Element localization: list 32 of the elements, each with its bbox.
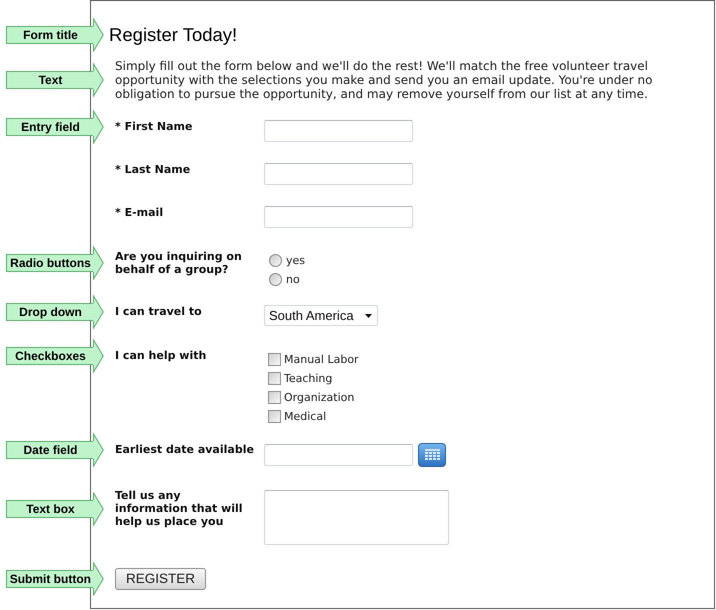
checkbox-label: Teaching — [284, 372, 332, 385]
register-button[interactable]: REGISTER — [115, 568, 206, 590]
text-field[interactable] — [264, 120, 413, 142]
radio-label: yes — [286, 254, 306, 267]
radio-button[interactable] — [269, 254, 282, 267]
caret-icon — [365, 314, 372, 318]
dropdown[interactable]: South America — [264, 305, 378, 326]
form-title: Register Today! — [109, 24, 238, 46]
intro-text: Simply fill out the form below and we'll do the rest! We'll match the free volunteer travel opportunity with the selections you make and send you an email update. You're under no obligation to pursue the opportunity, and may remove yourself from our list at any time. — [115, 59, 654, 101]
field-label: Tell us any information that will help us place you — [115, 489, 244, 528]
field-label: I can travel to — [115, 305, 203, 318]
checkbox-label: Medical — [284, 410, 326, 423]
date-field[interactable] — [264, 444, 413, 466]
text-field[interactable] — [264, 163, 413, 185]
field-label: Earliest date available — [115, 443, 255, 456]
text-area[interactable] — [264, 490, 449, 545]
checkbox[interactable] — [268, 410, 281, 423]
field-label: Are you inquiring on behalf of a group? — [115, 250, 243, 276]
field-label: * E-mail — [115, 206, 164, 219]
checkbox-label: Manual Labor — [284, 353, 359, 366]
field-label: * Last Name — [115, 163, 192, 176]
field-label: I can help with — [115, 349, 208, 362]
checkbox[interactable] — [268, 391, 281, 404]
field-label: * First Name — [115, 120, 194, 133]
calendar-button[interactable] — [418, 443, 446, 467]
checkbox[interactable] — [268, 353, 281, 366]
text-field[interactable] — [264, 206, 413, 228]
checkbox[interactable] — [268, 372, 281, 385]
radio-label: no — [286, 273, 300, 286]
radio-button[interactable] — [269, 273, 282, 286]
calendar-icon — [424, 449, 440, 461]
checkbox-label: Organization — [284, 391, 354, 404]
